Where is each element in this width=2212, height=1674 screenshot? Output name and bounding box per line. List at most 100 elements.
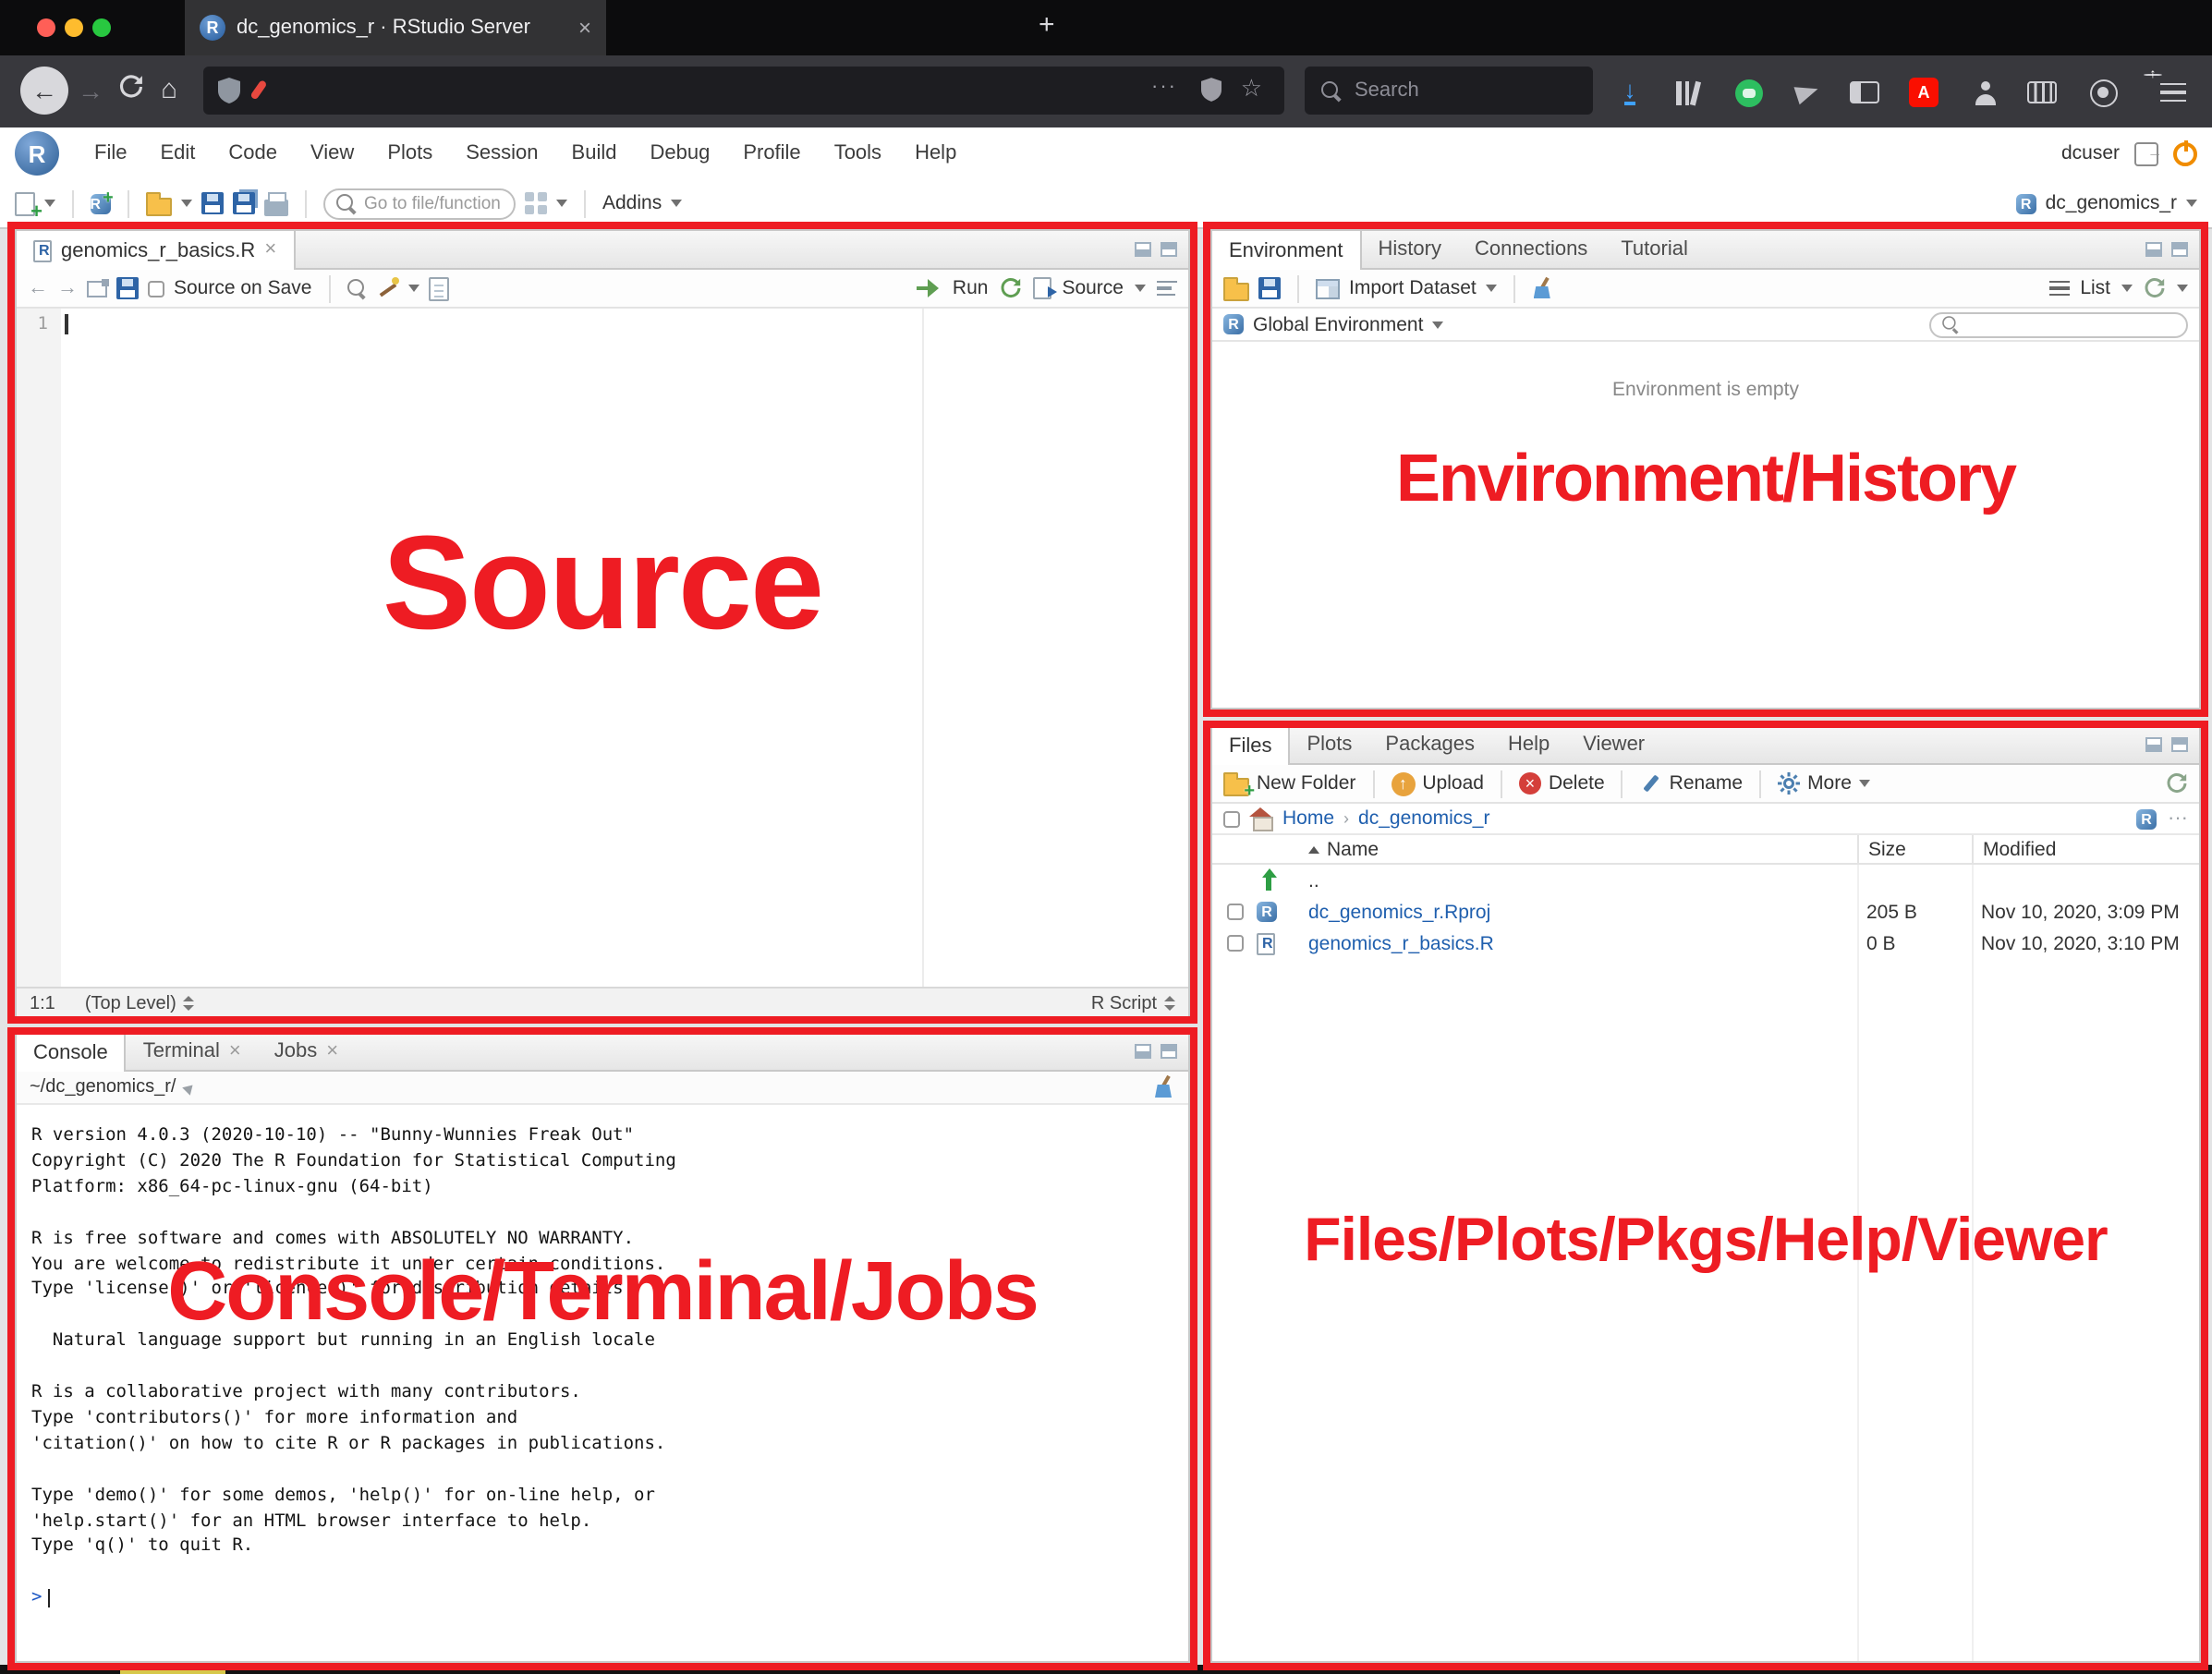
- list-view-button[interactable]: List: [2080, 277, 2110, 299]
- goto-directory-icon[interactable]: [183, 1080, 198, 1095]
- breadcrumb-more-icon[interactable]: ···: [2168, 808, 2188, 829]
- menu-button[interactable]: [2155, 74, 2192, 111]
- file-link[interactable]: dc_genomics_r.Rproj: [1294, 901, 1857, 923]
- run-icon[interactable]: [918, 279, 942, 297]
- tab-plots[interactable]: Plots: [1290, 726, 1368, 763]
- compile-report-button[interactable]: [428, 276, 448, 300]
- urlbar-extension-icon[interactable]: [255, 79, 261, 100]
- maximize-pane-icon[interactable]: [2171, 242, 2188, 257]
- console-prompt-line[interactable]: >: [31, 1585, 1173, 1611]
- tab-viewer[interactable]: Viewer: [1566, 726, 1661, 763]
- search-bar[interactable]: Search: [1305, 67, 1593, 115]
- minimize-window-button[interactable]: [65, 18, 83, 37]
- environment-search-input[interactable]: [1929, 311, 2188, 337]
- page-shield-icon[interactable]: [1201, 78, 1221, 111]
- scope-caret-icon[interactable]: [1432, 321, 1443, 328]
- more-button[interactable]: More: [1778, 772, 1870, 795]
- clear-console-button[interactable]: [1153, 1075, 1175, 1099]
- maximize-pane-icon[interactable]: [2171, 737, 2188, 752]
- menu-build[interactable]: Build: [555, 142, 634, 164]
- source-tab-close-icon[interactable]: [264, 240, 276, 261]
- tab-help[interactable]: Help: [1491, 726, 1566, 763]
- minimize-pane-icon[interactable]: [2145, 242, 2162, 257]
- tab-terminal[interactable]: Terminal: [127, 1033, 258, 1070]
- new-tab-button[interactable]: +: [1039, 9, 1055, 41]
- back-button[interactable]: [20, 67, 68, 115]
- document-outline-button[interactable]: [1157, 281, 1177, 297]
- delete-button[interactable]: Delete: [1519, 772, 1605, 795]
- file-type-selector[interactable]: R Script: [1091, 993, 1175, 1013]
- tracking-protection-shield-icon[interactable]: [218, 78, 240, 113]
- new-file-button[interactable]: [15, 191, 35, 215]
- minimize-pane-icon[interactable]: [1135, 1044, 1151, 1059]
- addins-caret-icon[interactable]: [671, 200, 682, 207]
- sidebar-toggle-button[interactable]: [1846, 74, 1883, 111]
- column-name-header[interactable]: Name: [1294, 838, 1857, 860]
- new-file-caret-icon[interactable]: [44, 200, 55, 207]
- zoom-window-button[interactable]: [92, 18, 111, 37]
- tab-console[interactable]: Console: [17, 1033, 127, 1072]
- refresh-files-button[interactable]: [2166, 772, 2188, 795]
- evernote-extension-button[interactable]: [1730, 74, 1767, 111]
- page-actions-icon[interactable]: [1151, 76, 1177, 98]
- menu-help[interactable]: Help: [898, 142, 973, 164]
- source-button[interactable]: Source: [1062, 277, 1124, 299]
- minimize-pane-icon[interactable]: [2145, 737, 2162, 752]
- open-file-button[interactable]: [146, 197, 172, 215]
- list-view-caret-icon[interactable]: [2121, 285, 2133, 292]
- keyboard-extension-button[interactable]: [2024, 74, 2060, 111]
- menu-profile[interactable]: Profile: [726, 142, 817, 164]
- tab-close-icon[interactable]: [578, 17, 591, 39]
- new-folder-button[interactable]: New Folder: [1223, 771, 1355, 795]
- parent-dir-label[interactable]: ..: [1294, 869, 1857, 892]
- column-modified-header[interactable]: Modified: [1972, 835, 2199, 863]
- tab-jobs[interactable]: Jobs: [258, 1033, 355, 1070]
- extension-ball-button[interactable]: [2084, 74, 2121, 111]
- downloads-button[interactable]: [1611, 74, 1648, 111]
- tab-packages[interactable]: Packages: [1368, 726, 1491, 763]
- maximize-pane-icon[interactable]: [1161, 1044, 1177, 1059]
- url-bar[interactable]: [203, 67, 1284, 115]
- save-workspace-button[interactable]: [1258, 277, 1281, 299]
- upload-button[interactable]: Upload: [1391, 771, 1484, 795]
- file-link[interactable]: genomics_r_basics.R: [1294, 932, 1857, 954]
- print-button[interactable]: [264, 199, 288, 215]
- recent-files-caret-icon[interactable]: [181, 200, 192, 207]
- menu-code[interactable]: Code: [212, 142, 294, 164]
- tab-environment[interactable]: Environment: [1212, 231, 1362, 270]
- reload-button[interactable]: [118, 74, 144, 103]
- breadcrumb-project-link[interactable]: dc_genomics_r: [1358, 807, 1489, 830]
- addins-button[interactable]: Addins: [602, 192, 662, 214]
- open-in-new-window-button[interactable]: [87, 280, 107, 297]
- menu-session[interactable]: Session: [449, 142, 554, 164]
- column-size-header[interactable]: Size: [1857, 835, 1972, 863]
- up-directory-icon[interactable]: [1257, 869, 1279, 892]
- save-all-button[interactable]: [233, 192, 255, 214]
- table-row[interactable]: genomics_r_basics.R 0 B Nov 10, 2020, 3:…: [1212, 928, 2199, 959]
- minimize-pane-icon[interactable]: [1135, 242, 1151, 257]
- source-caret-icon[interactable]: [1135, 285, 1146, 292]
- account-button[interactable]: [1966, 74, 2003, 111]
- close-window-button[interactable]: [37, 18, 55, 37]
- source-icon[interactable]: [1032, 277, 1051, 299]
- source-on-save-checkbox[interactable]: [148, 280, 164, 297]
- refresh-button[interactable]: [2144, 277, 2166, 299]
- code-editor[interactable]: 1: [17, 309, 1188, 987]
- acrobat-extension-button[interactable]: [1905, 74, 1942, 111]
- code-tools-caret-icon[interactable]: [407, 285, 419, 292]
- send-extension-button[interactable]: [1789, 74, 1826, 111]
- rerun-button[interactable]: [999, 277, 1021, 299]
- menu-debug[interactable]: Debug: [633, 142, 726, 164]
- menu-edit[interactable]: Edit: [143, 142, 212, 164]
- maximize-pane-icon[interactable]: [1161, 242, 1177, 257]
- new-project-button[interactable]: [91, 193, 111, 213]
- breadcrumb-home-link[interactable]: Home: [1282, 807, 1334, 830]
- environment-scope-selector[interactable]: Global Environment: [1253, 313, 1423, 335]
- import-dataset-caret-icon[interactable]: [1486, 285, 1497, 292]
- tab-connections[interactable]: Connections: [1458, 231, 1604, 268]
- table-row-parent-dir[interactable]: ..: [1212, 865, 2199, 896]
- scope-selector[interactable]: (Top Level): [85, 993, 195, 1013]
- run-button[interactable]: Run: [953, 277, 989, 299]
- jobs-close-icon[interactable]: [326, 1041, 338, 1061]
- select-all-checkbox[interactable]: [1223, 810, 1240, 827]
